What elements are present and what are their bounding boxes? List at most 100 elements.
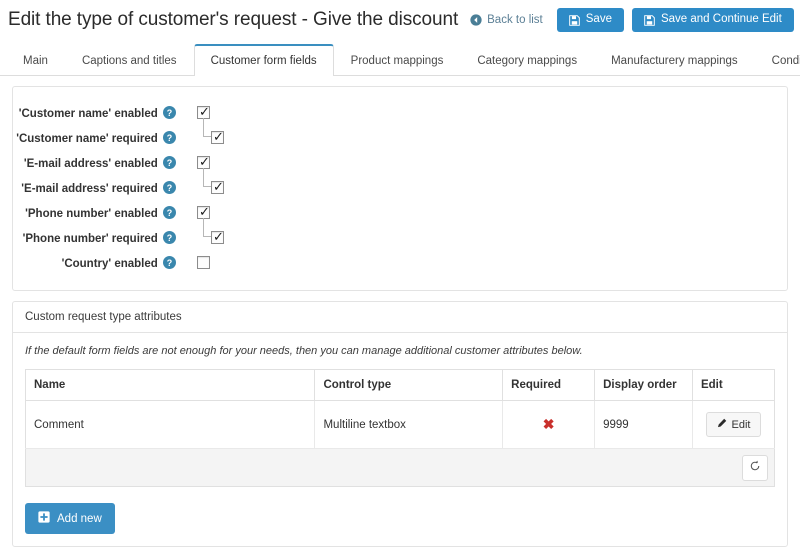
custom-attributes-panel-title: Custom request type attributes — [13, 302, 787, 333]
help-icon[interactable]: ? — [163, 256, 176, 272]
field-label-text: 'Phone number' enabled — [25, 208, 158, 220]
field-control: ✓ — [183, 126, 333, 151]
cell-control-type: Multiline textbox — [315, 401, 503, 449]
svg-text:?: ? — [167, 157, 172, 167]
field-label: 'E-mail address' required ? — [13, 181, 183, 197]
check-tick: ✓ — [199, 105, 210, 118]
back-to-list-link[interactable]: Back to list — [470, 14, 543, 26]
floppy-disk-icon — [569, 15, 580, 26]
field-label-text: 'Phone number' required — [23, 233, 158, 245]
svg-text:?: ? — [167, 207, 172, 217]
tab-content-customer-form-fields: 'Customer name' enabled ? ✓ 'Customer na… — [0, 76, 800, 547]
help-icon[interactable]: ? — [163, 156, 176, 172]
tab-main[interactable]: Main — [6, 45, 65, 76]
attributes-table-footer — [25, 449, 775, 487]
tree-connector — [203, 118, 211, 137]
tab-conditions[interactable]: Conditions — [755, 45, 800, 76]
form-fields-panel: 'Customer name' enabled ? ✓ 'Customer na… — [12, 86, 788, 291]
field-label: 'Phone number' required ? — [13, 231, 183, 247]
refresh-button[interactable] — [742, 455, 768, 481]
attributes-table: Name Control type Required Display order… — [25, 369, 775, 449]
save-and-continue-edit-button[interactable]: Save and Continue Edit — [632, 8, 794, 32]
field-label-text: 'Country' enabled — [62, 258, 158, 270]
field-row-email-address-required: 'E-mail address' required ? ✓ — [13, 176, 787, 201]
tab-product-mappings[interactable]: Product mappings — [334, 45, 461, 76]
page-root: Edit the type of customer's request - Gi… — [0, 0, 800, 548]
tree-connector — [203, 218, 211, 237]
cell-display-order: 9999 — [595, 401, 693, 449]
plus-square-icon — [38, 511, 50, 526]
add-new-wrapper: Add new — [13, 499, 787, 546]
help-icon[interactable]: ? — [163, 181, 176, 197]
svg-text:?: ? — [167, 232, 172, 242]
check-tick: ✓ — [199, 155, 210, 168]
tab-bar: Main Captions and titles Customer form f… — [0, 40, 800, 76]
field-label-text: 'E-mail address' enabled — [24, 158, 158, 170]
checkbox-customer-name-required[interactable]: ✓ — [211, 131, 224, 144]
check-tick: ✓ — [213, 180, 224, 193]
svg-text:?: ? — [167, 132, 172, 142]
page-title: Edit the type of customer's request - Gi… — [8, 9, 458, 31]
tab-customer-form-fields[interactable]: Customer form fields — [194, 44, 334, 76]
save-button-label: Save — [586, 14, 612, 26]
field-control: ✓ — [183, 176, 333, 201]
refresh-icon — [749, 460, 761, 475]
check-tick: ✓ — [199, 205, 210, 218]
field-row-email-address-enabled: 'E-mail address' enabled ? ✓ — [13, 151, 787, 176]
field-label: 'E-mail address' enabled ? — [13, 156, 183, 172]
field-row-customer-name-enabled: 'Customer name' enabled ? ✓ — [13, 101, 787, 126]
tree-connector — [203, 168, 211, 187]
custom-attributes-panel: Custom request type attributes If the de… — [12, 301, 788, 547]
save-button[interactable]: Save — [557, 8, 624, 32]
table-row: Comment Multiline textbox ✖ 9999 — [26, 401, 775, 449]
field-label: 'Customer name' enabled ? — [13, 106, 183, 122]
edit-button-label: Edit — [732, 419, 751, 431]
help-icon[interactable]: ? — [163, 206, 176, 222]
table-header-row: Name Control type Required Display order… — [26, 370, 775, 401]
column-header-edit: Edit — [692, 370, 774, 401]
attributes-table-body: Comment Multiline textbox ✖ 9999 — [26, 401, 775, 449]
field-row-phone-number-enabled: 'Phone number' enabled ? ✓ — [13, 201, 787, 226]
help-icon[interactable]: ? — [163, 231, 176, 247]
help-icon[interactable]: ? — [163, 131, 176, 147]
column-header-control-type: Control type — [315, 370, 503, 401]
checkbox-country-enabled[interactable] — [197, 256, 210, 269]
field-row-phone-number-required: 'Phone number' required ? ✓ — [13, 226, 787, 251]
check-tick: ✓ — [213, 230, 224, 243]
page-header: Edit the type of customer's request - Gi… — [0, 0, 800, 40]
cell-required: ✖ — [503, 401, 595, 449]
cell-edit: Edit — [692, 401, 774, 449]
column-header-required: Required — [503, 370, 595, 401]
back-to-list-label: Back to list — [487, 14, 543, 26]
svg-text:?: ? — [167, 182, 172, 192]
field-row-country-enabled: 'Country' enabled ? — [13, 251, 787, 276]
checkbox-phone-number-required[interactable]: ✓ — [211, 231, 224, 244]
checkbox-email-address-required[interactable]: ✓ — [211, 181, 224, 194]
arrow-circle-left-icon — [470, 14, 482, 26]
help-icon[interactable]: ? — [163, 106, 176, 122]
header-button-group: Save Save and Continue Edit — [557, 8, 800, 32]
field-control: ✓ — [183, 226, 333, 251]
custom-attributes-panel-body: If the default form fields are not enoug… — [13, 333, 787, 499]
add-new-button-label: Add new — [57, 513, 102, 525]
field-label: 'Phone number' enabled ? — [13, 206, 183, 222]
field-label: 'Customer name' required ? — [13, 131, 183, 147]
pencil-icon — [717, 418, 727, 431]
save-and-continue-edit-label: Save and Continue Edit — [661, 14, 782, 26]
field-control — [183, 251, 333, 276]
attributes-hint-text: If the default form fields are not enoug… — [25, 345, 775, 357]
field-row-customer-name-required: 'Customer name' required ? ✓ — [13, 126, 787, 151]
tab-manufacturery-mappings[interactable]: Manufacturery mappings — [594, 45, 755, 76]
column-header-display-order: Display order — [595, 370, 693, 401]
field-label-text: 'Customer name' enabled — [19, 108, 158, 120]
x-mark-icon: ✖ — [543, 416, 555, 432]
svg-text:?: ? — [167, 257, 172, 267]
tab-captions-and-titles[interactable]: Captions and titles — [65, 45, 194, 76]
add-new-button[interactable]: Add new — [25, 503, 115, 534]
field-label: 'Country' enabled ? — [13, 256, 183, 272]
column-header-name: Name — [26, 370, 315, 401]
check-tick: ✓ — [213, 130, 224, 143]
edit-button[interactable]: Edit — [706, 412, 762, 437]
svg-text:?: ? — [167, 107, 172, 117]
tab-category-mappings[interactable]: Category mappings — [460, 45, 594, 76]
